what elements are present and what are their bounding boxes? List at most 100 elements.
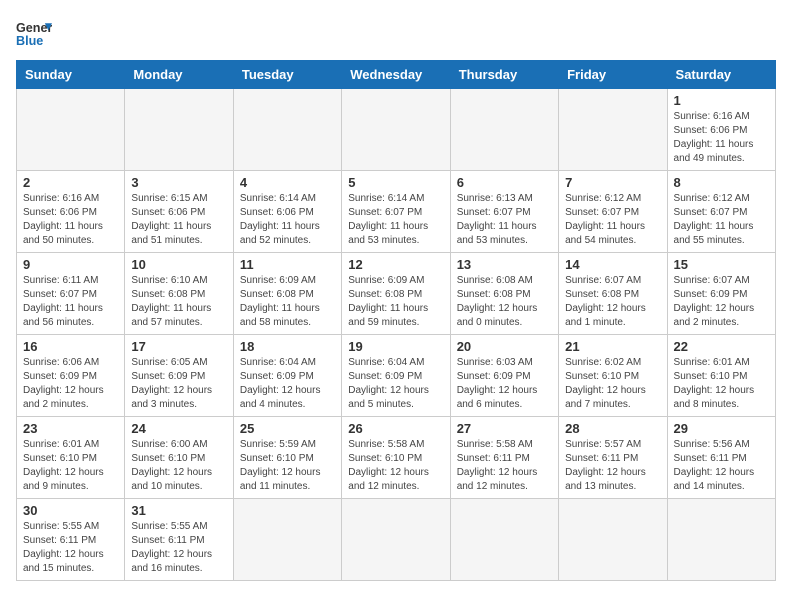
logo: General Blue (16, 16, 52, 52)
day-info: Sunrise: 6:06 AM Sunset: 6:09 PM Dayligh… (23, 356, 118, 412)
day-info: Sunrise: 6:09 AM Sunset: 6:08 PM Dayligh… (348, 274, 443, 330)
calendar-cell (450, 89, 558, 171)
header-friday: Friday (559, 61, 667, 89)
calendar-cell (667, 499, 775, 581)
calendar-cell (233, 499, 341, 581)
calendar-cell (559, 89, 667, 171)
calendar-cell: 25Sunrise: 5:59 AM Sunset: 6:10 PM Dayli… (233, 417, 341, 499)
calendar-cell: 31Sunrise: 5:55 AM Sunset: 6:11 PM Dayli… (125, 499, 233, 581)
calendar-cell (342, 89, 450, 171)
header-sunday: Sunday (17, 61, 125, 89)
day-number: 14 (565, 257, 660, 272)
calendar-cell: 20 Sunrise: 6:03 AM Sunset: 6:09 PM Dayli… (450, 335, 558, 417)
day-number: 1 (674, 93, 769, 108)
page-header: General Blue (16, 16, 776, 52)
day-number: 8 (674, 175, 769, 190)
calendar-cell: 13 Sunrise: 6:08 AM Sunset: 6:08 PM Dayli… (450, 253, 558, 335)
calendar-cell: 10 Sunrise: 6:10 AM Sunset: 6:08 PM Dayli… (125, 253, 233, 335)
day-number: 11 (240, 257, 335, 272)
day-info: Sunrise: 6:03 AM Sunset: 6:09 PM Dayligh… (457, 356, 552, 412)
day-info: Sunrise: 5:55 AM Sunset: 6:11 PM Dayligh… (131, 520, 226, 576)
day-number: 24 (131, 421, 226, 436)
day-info: Sunrise: 6:07 AM Sunset: 6:08 PM Dayligh… (565, 274, 660, 330)
day-number: 9 (23, 257, 118, 272)
calendar-header-row: SundayMondayTuesdayWednesdayThursdayFrid… (17, 61, 776, 89)
day-number: 4 (240, 175, 335, 190)
calendar-cell (233, 89, 341, 171)
calendar-week-row: 9 Sunrise: 6:11 AM Sunset: 6:07 PM Daylig… (17, 253, 776, 335)
day-number: 25 (240, 421, 335, 436)
day-number: 23 (23, 421, 118, 436)
calendar-cell: 30Sunrise: 5:55 AM Sunset: 6:11 PM Dayli… (17, 499, 125, 581)
day-info: Sunrise: 6:02 AM Sunset: 6:10 PM Dayligh… (565, 356, 660, 412)
day-number: 12 (348, 257, 443, 272)
day-info: Sunrise: 6:15 AM Sunset: 6:06 PM Dayligh… (131, 192, 226, 248)
day-number: 21 (565, 339, 660, 354)
day-info: Sunrise: 6:04 AM Sunset: 6:09 PM Dayligh… (240, 356, 335, 412)
day-info: Sunrise: 6:14 AM Sunset: 6:07 PM Dayligh… (348, 192, 443, 248)
calendar-cell: 18Sunrise: 6:04 AM Sunset: 6:09 PM Dayli… (233, 335, 341, 417)
day-info: Sunrise: 5:56 AM Sunset: 6:11 PM Dayligh… (674, 438, 769, 494)
day-info: Sunrise: 6:11 AM Sunset: 6:07 PM Dayligh… (23, 274, 118, 330)
svg-text:Blue: Blue (16, 34, 43, 48)
calendar-cell: 24 Sunrise: 6:00 AM Sunset: 6:10 PM Dayli… (125, 417, 233, 499)
calendar-cell (17, 89, 125, 171)
calendar-week-row: 30 Sunrise: 5:55 AM Sunset: 6:11 PM Dayli… (17, 499, 776, 581)
calendar-cell: 3Sunrise: 6:15 AM Sunset: 6:06 PM Daylig… (125, 171, 233, 253)
day-info: Sunrise: 6:10 AM Sunset: 6:08 PM Dayligh… (131, 274, 226, 330)
day-number: 7 (565, 175, 660, 190)
day-number: 15 (674, 257, 769, 272)
calendar-cell: 22 Sunrise: 6:01 AM Sunset: 6:10 PM Dayli… (667, 335, 775, 417)
day-number: 26 (348, 421, 443, 436)
calendar-table: SundayMondayTuesdayWednesdayThursdayFrid… (16, 60, 776, 581)
calendar-cell: 15 Sunrise: 6:07 AM Sunset: 6:09 PM Dayli… (667, 253, 775, 335)
calendar-cell: 12 Sunrise: 6:09 AM Sunset: 6:08 PM Dayli… (342, 253, 450, 335)
header-monday: Monday (125, 61, 233, 89)
day-info: Sunrise: 6:16 AM Sunset: 6:06 PM Dayligh… (23, 192, 118, 248)
day-number: 22 (674, 339, 769, 354)
calendar-cell: 21 Sunrise: 6:02 AM Sunset: 6:10 PM Dayli… (559, 335, 667, 417)
logo-icon: General Blue (16, 16, 52, 52)
calendar-cell: 16Sunrise: 6:06 AM Sunset: 6:09 PM Dayli… (17, 335, 125, 417)
calendar-week-row: 2 Sunrise: 6:16 AM Sunset: 6:06 PM Daylig… (17, 171, 776, 253)
day-number: 5 (348, 175, 443, 190)
day-number: 13 (457, 257, 552, 272)
day-info: Sunrise: 6:12 AM Sunset: 6:07 PM Dayligh… (565, 192, 660, 248)
calendar-cell: 1 Sunrise: 6:16 AM Sunset: 6:06 PM Daylig… (667, 89, 775, 171)
day-info: Sunrise: 6:00 AM Sunset: 6:10 PM Dayligh… (131, 438, 226, 494)
header-wednesday: Wednesday (342, 61, 450, 89)
day-number: 2 (23, 175, 118, 190)
calendar-cell: 9 Sunrise: 6:11 AM Sunset: 6:07 PM Daylig… (17, 253, 125, 335)
calendar-cell: 4Sunrise: 6:14 AM Sunset: 6:06 PM Daylig… (233, 171, 341, 253)
day-number: 17 (131, 339, 226, 354)
calendar-cell (450, 499, 558, 581)
day-number: 10 (131, 257, 226, 272)
header-saturday: Saturday (667, 61, 775, 89)
day-number: 20 (457, 339, 552, 354)
calendar-cell: 2 Sunrise: 6:16 AM Sunset: 6:06 PM Daylig… (17, 171, 125, 253)
calendar-cell: 23Sunrise: 6:01 AM Sunset: 6:10 PM Dayli… (17, 417, 125, 499)
calendar-cell: 29Sunrise: 5:56 AM Sunset: 6:11 PM Dayli… (667, 417, 775, 499)
calendar-cell (342, 499, 450, 581)
calendar-cell (125, 89, 233, 171)
day-info: Sunrise: 5:58 AM Sunset: 6:10 PM Dayligh… (348, 438, 443, 494)
calendar-cell: 28Sunrise: 5:57 AM Sunset: 6:11 PM Dayli… (559, 417, 667, 499)
day-number: 28 (565, 421, 660, 436)
day-info: Sunrise: 6:12 AM Sunset: 6:07 PM Dayligh… (674, 192, 769, 248)
day-number: 30 (23, 503, 118, 518)
calendar-cell: 27 Sunrise: 5:58 AM Sunset: 6:11 PM Dayli… (450, 417, 558, 499)
calendar-cell: 5 Sunrise: 6:14 AM Sunset: 6:07 PM Daylig… (342, 171, 450, 253)
calendar-cell: 14 Sunrise: 6:07 AM Sunset: 6:08 PM Dayli… (559, 253, 667, 335)
day-number: 27 (457, 421, 552, 436)
calendar-week-row: 16Sunrise: 6:06 AM Sunset: 6:09 PM Dayli… (17, 335, 776, 417)
day-info: Sunrise: 5:58 AM Sunset: 6:11 PM Dayligh… (457, 438, 552, 494)
day-info: Sunrise: 6:07 AM Sunset: 6:09 PM Dayligh… (674, 274, 769, 330)
calendar-week-row: 23Sunrise: 6:01 AM Sunset: 6:10 PM Dayli… (17, 417, 776, 499)
day-info: Sunrise: 6:16 AM Sunset: 6:06 PM Dayligh… (674, 110, 769, 166)
calendar-cell: 8 Sunrise: 6:12 AM Sunset: 6:07 PM Daylig… (667, 171, 775, 253)
header-thursday: Thursday (450, 61, 558, 89)
calendar-cell (559, 499, 667, 581)
day-info: Sunrise: 6:08 AM Sunset: 6:08 PM Dayligh… (457, 274, 552, 330)
day-info: Sunrise: 6:01 AM Sunset: 6:10 PM Dayligh… (674, 356, 769, 412)
header-tuesday: Tuesday (233, 61, 341, 89)
